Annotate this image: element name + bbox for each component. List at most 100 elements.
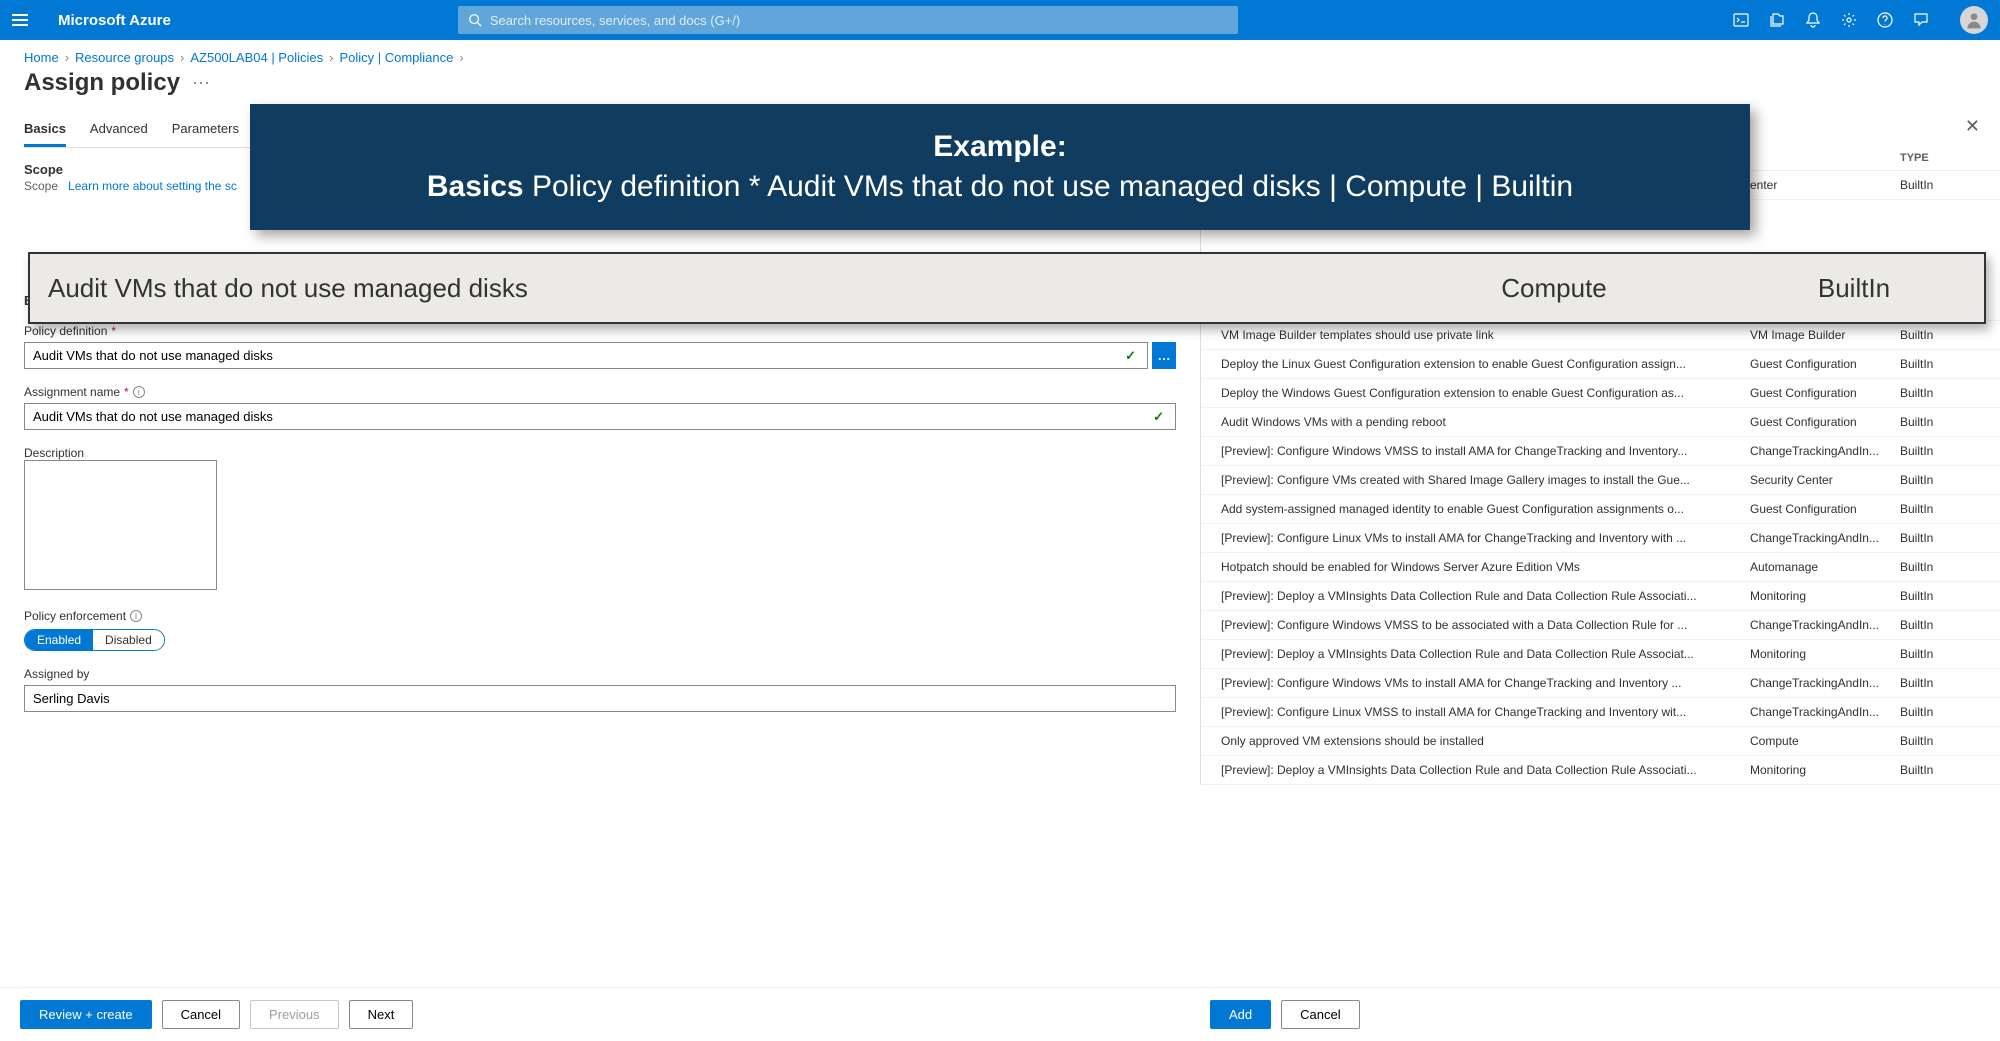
global-search[interactable]	[458, 6, 1238, 34]
table-row[interactable]: Hotpatch should be enabled for Windows S…	[1201, 553, 2000, 582]
review-create-button[interactable]: Review + create	[20, 1000, 152, 1029]
annotation-callout: Example: Basics Policy definition * Audi…	[250, 104, 1750, 230]
more-actions-icon[interactable]: ⋯	[192, 73, 210, 94]
page-title-row: Assign policy ⋯	[0, 69, 2000, 105]
policy-definition-input[interactable]	[24, 342, 1148, 369]
def-type: BuiltIn	[1900, 647, 1980, 661]
description-textarea[interactable]	[24, 460, 217, 590]
def-name: [Preview]: Configure Windows VMSS to ins…	[1221, 444, 1750, 458]
table-row[interactable]: [Preview]: Configure Windows VMSS to ins…	[1201, 437, 2000, 466]
check-icon: ✓	[1125, 348, 1136, 364]
crumb-home[interactable]: Home	[24, 50, 59, 65]
breadcrumb: Home› Resource groups› AZ500LAB04 | Poli…	[0, 40, 2000, 69]
def-category: Automanage	[1750, 560, 1900, 574]
table-row[interactable]: VM Image Builder templates should use pr…	[1201, 321, 2000, 350]
table-row[interactable]: [Preview]: Configure Windows VMSS to be …	[1201, 611, 2000, 640]
policy-enforcement-toggle[interactable]: Enabled Disabled	[24, 629, 165, 651]
panel-cancel-button[interactable]: Cancel	[1281, 1000, 1359, 1029]
tab-basics[interactable]: Basics	[24, 113, 66, 147]
previous-button: Previous	[250, 1000, 339, 1029]
table-row[interactable]: [Preview]: Deploy a VMInsights Data Coll…	[1201, 582, 2000, 611]
def-type: BuiltIn	[1900, 763, 1980, 777]
help-icon[interactable]	[1876, 11, 1894, 29]
def-type: BuiltIn	[1900, 328, 1980, 342]
def-name: [Preview]: Configure Windows VMs to inst…	[1221, 676, 1750, 690]
cancel-button[interactable]: Cancel	[162, 1000, 240, 1029]
assignment-name-input[interactable]	[24, 403, 1176, 430]
def-name: VM Image Builder templates should use pr…	[1221, 328, 1750, 342]
annotation-selected-row: Audit VMs that do not use managed disks …	[28, 252, 1986, 324]
def-category: ChangeTrackingAndIn...	[1750, 444, 1900, 458]
top-nav-bar: Microsoft Azure	[0, 0, 2000, 40]
def-name: Audit Windows VMs with a pending reboot	[1221, 415, 1750, 429]
def-category: ChangeTrackingAndIn...	[1750, 531, 1900, 545]
def-type: BuiltIn	[1900, 444, 1980, 458]
def-type: BuiltIn	[1900, 386, 1980, 400]
def-type: BuiltIn	[1900, 676, 1980, 690]
table-row[interactable]: [Preview]: Configure VMs created with Sh…	[1201, 466, 2000, 495]
def-category: ChangeTrackingAndIn...	[1750, 618, 1900, 632]
def-category: ChangeTrackingAndIn...	[1750, 705, 1900, 719]
table-row[interactable]: [Preview]: Configure Windows VMs to inst…	[1201, 669, 2000, 698]
def-type: BuiltIn	[1900, 502, 1980, 516]
notifications-icon[interactable]	[1804, 11, 1822, 29]
directories-icon[interactable]	[1768, 11, 1786, 29]
tab-advanced[interactable]: Advanced	[90, 113, 148, 147]
add-button[interactable]: Add	[1210, 1000, 1271, 1029]
def-name: Deploy the Windows Guest Configuration e…	[1221, 386, 1750, 400]
def-name: Hotpatch should be enabled for Windows S…	[1221, 560, 1750, 574]
description-label: Description	[24, 446, 1176, 460]
def-type: BuiltIn	[1900, 415, 1980, 429]
def-type: BuiltIn	[1900, 705, 1980, 719]
def-name: [Preview]: Configure Linux VMSS to insta…	[1221, 705, 1750, 719]
def-type: BuiltIn	[1900, 734, 1980, 748]
table-row[interactable]: Add system-assigned managed identity to …	[1201, 495, 2000, 524]
wizard-footer: Review + create Cancel Previous Next Add…	[0, 987, 2000, 1041]
crumb-lab-policies[interactable]: AZ500LAB04 | Policies	[190, 50, 323, 65]
user-avatar[interactable]	[1960, 6, 1988, 34]
close-icon[interactable]: ✕	[1965, 116, 1980, 137]
crumb-resource-groups[interactable]: Resource groups	[75, 50, 174, 65]
def-type: BuiltIn	[1900, 589, 1980, 603]
hamburger-menu-icon[interactable]	[12, 14, 40, 26]
info-icon[interactable]: i	[133, 386, 145, 398]
def-name: Add system-assigned managed identity to …	[1221, 502, 1750, 516]
def-name: [Preview]: Configure VMs created with Sh…	[1221, 473, 1750, 487]
def-type: BuiltIn	[1900, 560, 1980, 574]
tab-parameters[interactable]: Parameters	[172, 113, 239, 147]
scope-learn-more-link[interactable]: Learn more about setting the sc	[68, 179, 237, 193]
toggle-disabled[interactable]: Disabled	[93, 630, 164, 650]
def-name: [Preview]: Deploy a VMInsights Data Coll…	[1221, 647, 1750, 661]
def-type: BuiltIn	[1900, 531, 1980, 545]
policy-definition-picker-button[interactable]: …	[1152, 342, 1176, 369]
def-name: [Preview]: Deploy a VMInsights Data Coll…	[1221, 763, 1750, 777]
def-name: [Preview]: Deploy a VMInsights Data Coll…	[1221, 589, 1750, 603]
assigned-by-input[interactable]	[24, 685, 1176, 712]
table-row[interactable]: [Preview]: Deploy a VMInsights Data Coll…	[1201, 640, 2000, 669]
def-category: Monitoring	[1750, 763, 1900, 777]
info-icon[interactable]: i	[130, 610, 142, 622]
settings-icon[interactable]	[1840, 11, 1858, 29]
table-row[interactable]: Only approved VM extensions should be in…	[1201, 727, 2000, 756]
def-category: Guest Configuration	[1750, 386, 1900, 400]
def-category: Monitoring	[1750, 589, 1900, 603]
person-icon	[1964, 10, 1984, 30]
next-button[interactable]: Next	[349, 1000, 414, 1029]
def-category: Security Center	[1750, 473, 1900, 487]
def-type: BuiltIn	[1900, 357, 1980, 371]
def-category: VM Image Builder	[1750, 328, 1900, 342]
table-row[interactable]: [Preview]: Configure Linux VMSS to insta…	[1201, 698, 2000, 727]
table-row[interactable]: [Preview]: Deploy a VMInsights Data Coll…	[1201, 756, 2000, 785]
feedback-icon[interactable]	[1912, 11, 1930, 29]
search-icon	[468, 13, 482, 27]
table-row[interactable]: Audit Windows VMs with a pending rebootG…	[1201, 408, 2000, 437]
table-row[interactable]: [Preview]: Configure Linux VMs to instal…	[1201, 524, 2000, 553]
crumb-policy-compliance[interactable]: Policy | Compliance	[339, 50, 453, 65]
policy-enforcement-label: Policy enforcement i	[24, 609, 1176, 623]
table-row[interactable]: Deploy the Linux Guest Configuration ext…	[1201, 350, 2000, 379]
global-search-input[interactable]	[490, 13, 1228, 28]
table-row[interactable]: Deploy the Windows Guest Configuration e…	[1201, 379, 2000, 408]
cloud-shell-icon[interactable]	[1732, 11, 1750, 29]
toggle-enabled[interactable]: Enabled	[25, 630, 93, 650]
def-table-body: [Preview]: Configure system-assigned man…	[1201, 292, 2000, 785]
